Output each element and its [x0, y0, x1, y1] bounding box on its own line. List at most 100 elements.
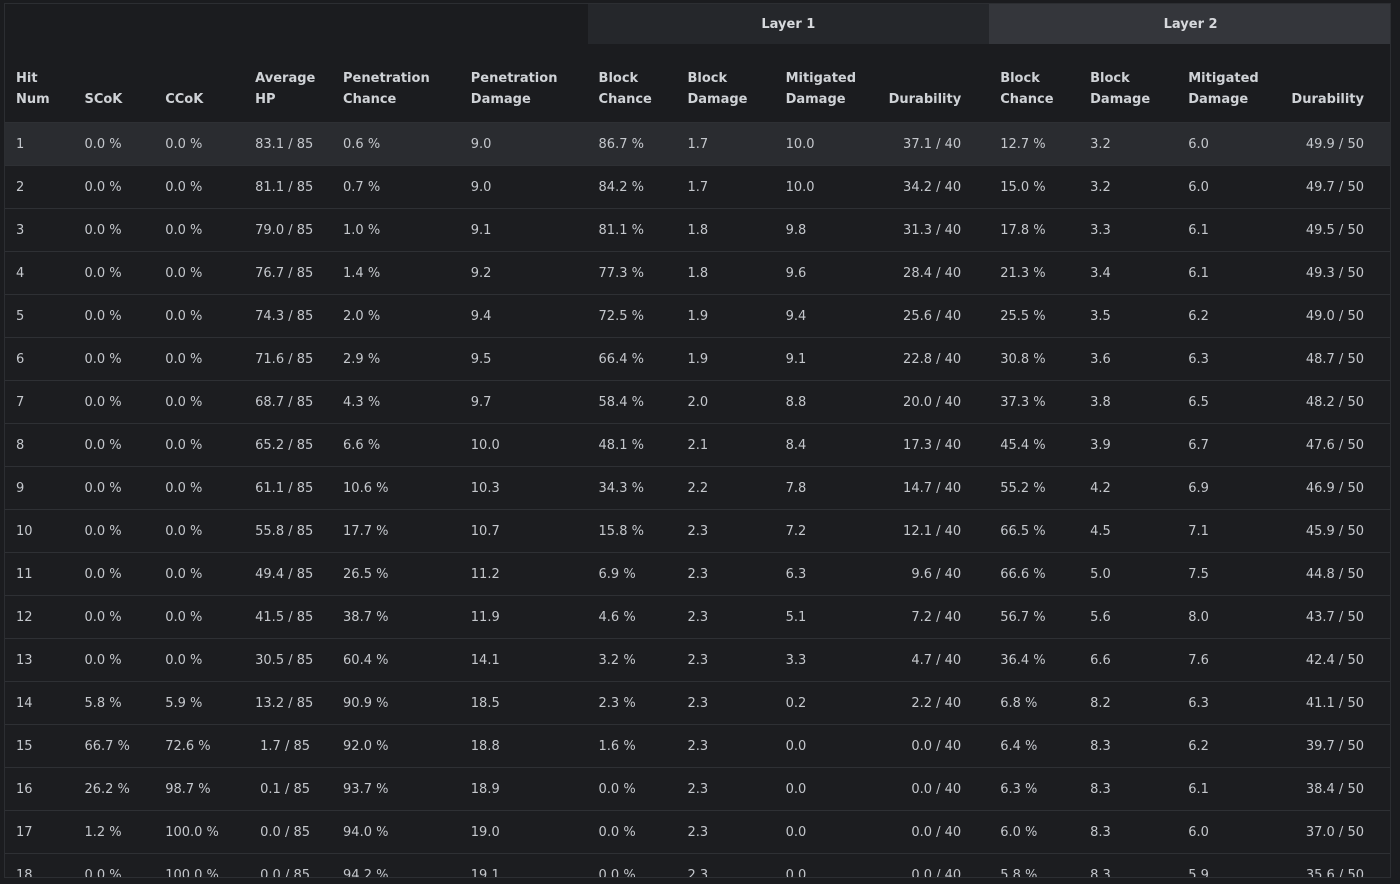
cell-ccok: 0.0 % — [154, 380, 245, 424]
cell-scok: 0.0 % — [73, 294, 155, 338]
cell-scok: 0.0 % — [73, 380, 155, 424]
cell-l1-mitigated-damage: 9.1 — [774, 337, 877, 381]
table-row[interactable]: 4 0.0 % 0.0 % 76.7 / 85 1.4 % 9.2 77.3 % 1.8 9.6… — [5, 251, 1390, 295]
cell-l2-block-chance: 6.0 % — [989, 810, 1080, 854]
cell-penetration-chance: 2.0 % — [332, 294, 460, 338]
cell-hit-num: 17 — [5, 810, 74, 854]
cell-l2-mitigated-damage: 6.3 — [1177, 337, 1280, 381]
table-row[interactable]: 3 0.0 % 0.0 % 79.0 / 85 1.0 % 9.1 81.1 % 1.8 9.8… — [5, 208, 1390, 252]
table-row[interactable]: 15 66.7 % 72.6 % 1.7 / 85 92.0 % 18.8 1.6 % 2.3… — [5, 724, 1390, 768]
cell-l2-block-damage: 3.5 — [1079, 294, 1178, 338]
column-header-l2-mitigated-damage[interactable]: Mitigated Damage — [1177, 44, 1280, 123]
table-row[interactable]: 16 26.2 % 98.7 % 0.1 / 85 93.7 % 18.9 0.0 % 2.3… — [5, 767, 1390, 811]
table-row[interactable]: 13 0.0 % 0.0 % 30.5 / 85 60.4 % 14.1 3.2 % 2.3 3… — [5, 638, 1390, 682]
column-header-ccok[interactable]: CCoK — [154, 44, 245, 123]
cell-l1-durability: 9.6 / 40 — [876, 552, 990, 596]
cell-penetration-damage: 14.1 — [459, 638, 588, 682]
cell-scok: 0.0 % — [73, 251, 155, 295]
cell-l2-mitigated-damage: 6.1 — [1177, 767, 1280, 811]
cell-l1-block-chance: 0.0 % — [587, 767, 677, 811]
cell-l2-durability: 49.0 / 50 — [1279, 294, 1390, 338]
cell-l1-block-chance: 86.7 % — [587, 122, 677, 166]
cell-scok: 0.0 % — [73, 853, 155, 877]
cell-average-hp: 74.3 / 85 — [244, 294, 333, 338]
cell-ccok: 5.9 % — [154, 681, 245, 725]
column-header-l2-block-damage[interactable]: Block Damage — [1079, 44, 1178, 123]
cell-l2-block-damage: 8.3 — [1079, 767, 1178, 811]
results-table-panel: Layer 1 Layer 2 Hit Num SCoK CCoK Average H… — [4, 3, 1391, 878]
column-header-line-2: Num — [16, 92, 50, 107]
cell-l1-block-chance: 4.6 % — [587, 595, 677, 639]
cell-ccok: 0.0 % — [154, 509, 245, 553]
column-header-line-1: Block — [1090, 71, 1130, 86]
cell-l1-block-chance: 58.4 % — [587, 380, 677, 424]
table-row[interactable]: 8 0.0 % 0.0 % 65.2 / 85 6.6 % 10.0 48.1 % 2.1 8.… — [5, 423, 1390, 467]
cell-l1-durability: 7.2 / 40 — [876, 595, 990, 639]
cell-l2-mitigated-damage: 6.1 — [1177, 208, 1280, 252]
cell-l1-mitigated-damage: 10.0 — [774, 122, 877, 166]
column-header-l2-durability[interactable]: Durability — [1279, 44, 1390, 123]
table-row[interactable]: 12 0.0 % 0.0 % 41.5 / 85 38.7 % 11.9 4.6 % 2.3 5… — [5, 595, 1390, 639]
cell-hit-num: 13 — [5, 638, 74, 682]
column-header-penetration-chance[interactable]: Penetration Chance — [332, 44, 460, 123]
cell-l1-block-damage: 1.7 — [676, 122, 775, 166]
column-header-l2-block-chance[interactable]: Block Chance — [989, 44, 1080, 123]
cell-average-hp: 61.1 / 85 — [244, 466, 333, 510]
cell-average-hp: 55.8 / 85 — [244, 509, 333, 553]
cell-hit-num: 4 — [5, 251, 74, 295]
cell-penetration-chance: 2.9 % — [332, 337, 460, 381]
cell-l2-block-damage: 3.2 — [1079, 165, 1178, 209]
cell-l2-mitigated-damage: 7.6 — [1177, 638, 1280, 682]
table-row[interactable]: 17 1.2 % 100.0 % 0.0 / 85 94.0 % 19.0 0.0 % 2.3… — [5, 810, 1390, 854]
column-header-penetration-damage[interactable]: Penetration Damage — [459, 44, 588, 123]
cell-penetration-chance: 94.0 % — [332, 810, 460, 854]
cell-l1-mitigated-damage: 9.6 — [774, 251, 877, 295]
cell-l2-block-chance: 6.8 % — [989, 681, 1080, 725]
cell-l1-durability: 0.0 / 40 — [876, 810, 990, 854]
table-row[interactable]: 9 0.0 % 0.0 % 61.1 / 85 10.6 % 10.3 34.3 % 2.2 7… — [5, 466, 1390, 510]
table-row[interactable]: 1 0.0 % 0.0 % 83.1 / 85 0.6 % 9.0 86.7 % 1.7 10.… — [5, 122, 1390, 166]
cell-ccok: 0.0 % — [154, 122, 245, 166]
cell-l2-block-chance: 45.4 % — [989, 423, 1080, 467]
cell-hit-num: 1 — [5, 122, 74, 166]
cell-l1-durability: 37.1 / 40 — [876, 122, 990, 166]
column-header-line-2: Damage — [1188, 92, 1249, 107]
column-header-line-1: Penetration — [470, 71, 558, 86]
group-header-layer-2[interactable]: Layer 2 — [989, 4, 1390, 44]
column-header-line-2: Durability — [888, 92, 962, 107]
table-row[interactable]: 6 0.0 % 0.0 % 71.6 / 85 2.9 % 9.5 66.4 % 1.9 9.1… — [5, 337, 1390, 381]
table-row[interactable]: 10 0.0 % 0.0 % 55.8 / 85 17.7 % 10.7 15.8 % 2.3… — [5, 509, 1390, 553]
cell-l2-mitigated-damage: 6.1 — [1177, 251, 1280, 295]
table-row[interactable]: 14 5.8 % 5.9 % 13.2 / 85 90.9 % 18.5 2.3 % 2.3 0… — [5, 681, 1390, 725]
cell-l1-mitigated-damage: 0.2 — [774, 681, 877, 725]
cell-l2-mitigated-damage: 6.5 — [1177, 380, 1280, 424]
column-header-l1-block-chance[interactable]: Block Chance — [587, 44, 677, 123]
column-header-row: Hit Num SCoK CCoK Average HP Penetration Chan… — [5, 44, 1390, 123]
cell-average-hp: 68.7 / 85 — [244, 380, 333, 424]
column-header-l1-mitigated-damage[interactable]: Mitigated Damage — [774, 44, 877, 123]
column-header-scok[interactable]: SCoK — [73, 44, 155, 123]
column-header-line-2: HP — [255, 92, 276, 107]
cell-scok: 0.0 % — [73, 337, 155, 381]
cell-scok: 0.0 % — [73, 208, 155, 252]
cell-l1-block-damage: 1.8 — [676, 251, 775, 295]
cell-penetration-damage: 9.2 — [459, 251, 588, 295]
table-row[interactable]: 5 0.0 % 0.0 % 74.3 / 85 2.0 % 9.4 72.5 % 1.9 9.4… — [5, 294, 1390, 338]
column-header-average-hp[interactable]: Average HP — [244, 44, 333, 123]
group-header-layer-1[interactable]: Layer 1 — [587, 4, 990, 44]
cell-penetration-chance: 94.2 % — [332, 853, 460, 877]
column-header-l1-durability[interactable]: Durability — [876, 44, 990, 123]
table-body: 1 0.0 % 0.0 % 83.1 / 85 0.6 % 9.0 86.7 % 1.7 10.… — [5, 122, 1390, 877]
cell-l1-block-damage: 2.3 — [676, 638, 775, 682]
cell-average-hp: 65.2 / 85 — [244, 423, 333, 467]
table-row[interactable]: 18 0.0 % 100.0 % 0.0 / 85 94.2 % 19.1 0.0 % 2.3… — [5, 853, 1390, 877]
table-row[interactable]: 7 0.0 % 0.0 % 68.7 / 85 4.3 % 9.7 58.4 % 2.0 8.8… — [5, 380, 1390, 424]
cell-l1-mitigated-damage: 0.0 — [774, 767, 877, 811]
table-row[interactable]: 11 0.0 % 0.0 % 49.4 / 85 26.5 % 11.2 6.9 % 2.3 6… — [5, 552, 1390, 596]
cell-ccok: 0.0 % — [154, 337, 245, 381]
cell-l1-durability: 28.4 / 40 — [876, 251, 990, 295]
table-row[interactable]: 2 0.0 % 0.0 % 81.1 / 85 0.7 % 9.0 84.2 % 1.7 10.… — [5, 165, 1390, 209]
column-header-hit-num[interactable]: Hit Num — [5, 44, 74, 123]
column-header-l1-block-damage[interactable]: Block Damage — [676, 44, 775, 123]
cell-penetration-chance: 92.0 % — [332, 724, 460, 768]
